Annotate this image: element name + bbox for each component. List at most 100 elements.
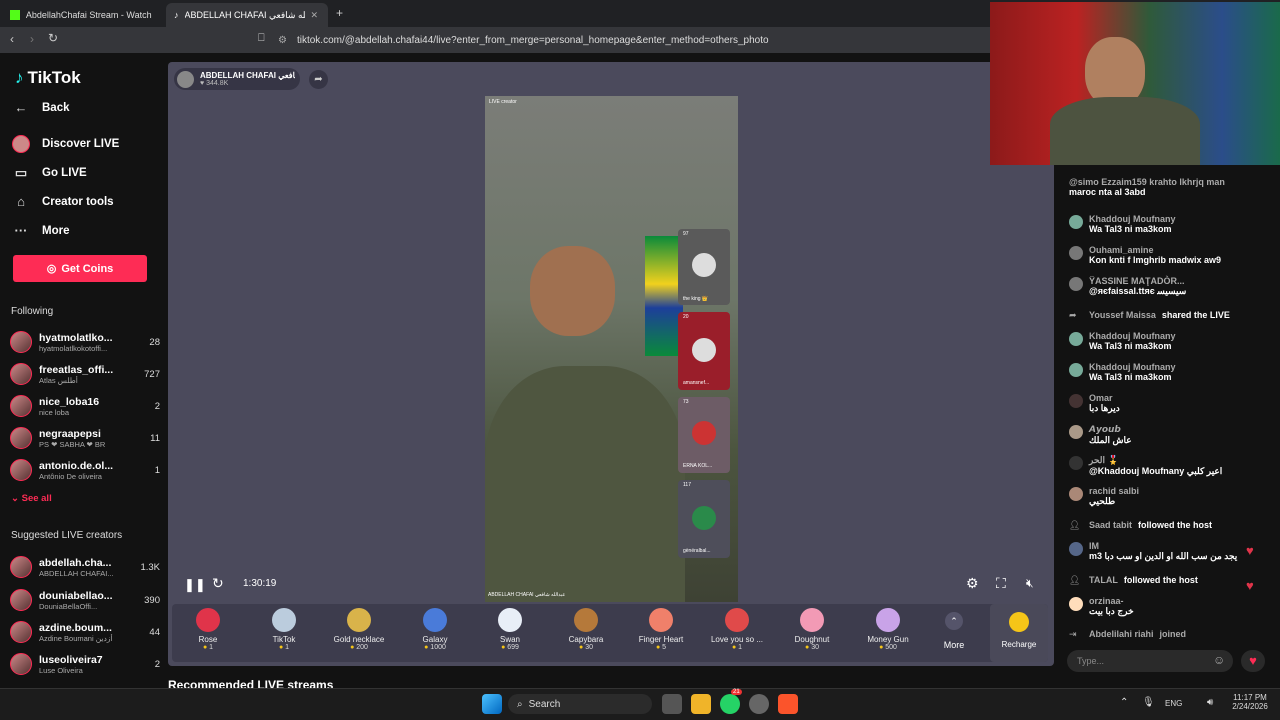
chat-message: Khaddouj Moufnany Wa Tal3 ni ma3kom xyxy=(1069,214,1269,234)
windows-start-icon[interactable] xyxy=(482,694,502,714)
finger-heart-icon xyxy=(649,608,673,632)
emoji-icon[interactable]: ☺ xyxy=(1213,653,1225,667)
settings-icon[interactable]: ⚙ xyxy=(966,575,979,592)
gift-item[interactable]: Swan ● 699 xyxy=(475,606,545,651)
url-field[interactable]: ⚙ tiktok.com/@abdellah.chafai44/live?ent… xyxy=(278,31,998,49)
chat-input[interactable]: Type... xyxy=(1067,650,1233,672)
gift-item[interactable]: TikTok ● 1 xyxy=(249,606,319,651)
heart-icon: ♥ xyxy=(1246,578,1254,593)
site-info-icon[interactable]: ⚙ xyxy=(278,35,287,46)
following-item[interactable]: freeatlas_offi... Atlas أطلس 727 xyxy=(10,358,160,390)
suggested-heading: Suggested LIVE creators xyxy=(11,530,123,541)
chat-message: الحر 🎖️ @Khaddouj Moufnany اعير كلبي xyxy=(1069,455,1269,477)
speaker-icon[interactable]: 🔊︎ xyxy=(1207,697,1213,708)
browser-tab-kick[interactable]: AbdellahChafai Stream - Watch Live xyxy=(2,3,162,27)
cohost-tile[interactable]: 97 the king 👑 xyxy=(678,229,730,305)
gift-item[interactable]: Galaxy ● 1000 xyxy=(400,606,470,651)
recharge-button[interactable]: Recharge xyxy=(990,604,1048,662)
cohost-tile[interactable]: 20 amansnef... xyxy=(678,312,730,390)
gift-more-button[interactable]: ⌃ More xyxy=(932,612,976,650)
webcam-body xyxy=(1050,97,1200,165)
get-coins-button[interactable]: ◎ Get Coins xyxy=(13,255,147,282)
obs-icon[interactable] xyxy=(749,694,769,714)
suggested-item[interactable]: luseoliveira7 Luse Oliveira 2 xyxy=(10,648,160,680)
cohost-tile[interactable]: 117 gènéralbal... xyxy=(678,480,730,558)
suggested-item[interactable]: douniabellao... DouniaBellaOffi... 390 xyxy=(10,584,160,616)
suggested-item[interactable]: abdellah.cha... ABDELLAH CHAFAI... 1.3K xyxy=(10,551,160,583)
bookmark-icon[interactable]: ⎕ xyxy=(258,32,265,45)
file-explorer-icon[interactable] xyxy=(691,694,711,714)
task-view-icon[interactable] xyxy=(662,694,682,714)
chat-event: ⇥ Abdelilahi riahi joined xyxy=(1069,629,1187,639)
avatar xyxy=(1069,332,1083,346)
following-item[interactable]: antonio.de.ol... Antônio De oliveira 1 xyxy=(10,454,160,486)
host-likes: ♥ 344.8K xyxy=(200,80,229,87)
back-arrow-icon[interactable]: ‹ xyxy=(10,32,14,46)
chat-message: orzinaa- خرج دبا بيت xyxy=(1069,596,1269,617)
avatar xyxy=(692,421,716,445)
close-tab-icon[interactable]: ✕ xyxy=(311,10,319,21)
home-icon: ⌂ xyxy=(17,194,25,209)
swan-icon xyxy=(498,608,522,632)
back-link[interactable]: ← Back xyxy=(10,100,70,115)
chat-message: Khaddouj Moufnany Wa Tal3 ni ma3kom xyxy=(1069,331,1269,351)
reload-icon[interactable]: ↻ xyxy=(48,31,58,45)
nav-more[interactable]: ··· More xyxy=(10,223,70,238)
gift-item[interactable]: Gold necklace ● 200 xyxy=(324,606,394,651)
suggested-item[interactable]: azdine.boum... Azdine Boumani أزدين 44 xyxy=(10,616,160,648)
heart-icon: ♥ xyxy=(1246,543,1254,558)
chevron-up-icon[interactable]: ⌃ xyxy=(1120,697,1128,708)
avatar xyxy=(10,363,32,385)
gift-item[interactable]: Doughnut ● 30 xyxy=(777,606,847,651)
doughnut-icon xyxy=(800,608,824,632)
tiktok-logo[interactable]: ♪ TikTok xyxy=(15,68,81,88)
avatar xyxy=(10,653,32,675)
system-clock[interactable]: 11:17 PM 2/24/2026 xyxy=(1228,693,1272,711)
nav-discover-live[interactable]: Discover LIVE xyxy=(10,135,119,153)
mute-icon[interactable]: 🔇︎ xyxy=(1026,576,1034,591)
forward-arrow-icon[interactable]: › xyxy=(30,32,34,46)
rose-icon xyxy=(196,608,220,632)
nav-creator-tools[interactable]: ⌂ Creator tools xyxy=(10,194,114,209)
chat-event: ➦ Youssef Maissa shared the LIVE xyxy=(1069,310,1230,320)
following-heading: Following xyxy=(11,306,54,317)
chevron-down-icon: ⌄ xyxy=(11,493,22,504)
like-heart-button[interactable]: ♥ xyxy=(1241,650,1265,672)
refresh-icon[interactable]: ↻ xyxy=(212,575,224,592)
user-follow-icon: 👤︎ xyxy=(1069,520,1081,530)
avatar xyxy=(10,621,32,643)
avatar xyxy=(692,253,716,277)
fullscreen-icon[interactable]: ⛶ xyxy=(996,575,1006,592)
see-all-link[interactable]: ⌄ See all xyxy=(11,493,52,504)
gift-item[interactable]: Love you so ... ● 1 xyxy=(702,606,772,651)
streamer-face xyxy=(530,246,615,336)
avatar xyxy=(10,331,32,353)
taskbar-search[interactable]: ⌕ Search xyxy=(508,694,652,714)
microphone-icon[interactable]: 🎙︎ xyxy=(1142,697,1155,708)
gift-item[interactable]: Rose ● 1 xyxy=(173,606,243,651)
browser-tab-tiktok[interactable]: ♪ ABDELLAH CHAFAI عبدالله شافعي ✕ xyxy=(166,3,328,27)
new-tab-icon[interactable]: + xyxy=(336,6,343,20)
cohost-tile[interactable]: 73 ERNA KOL... xyxy=(678,397,730,473)
language-indicator[interactable]: ENG xyxy=(1165,699,1182,708)
following-item[interactable]: hyatmolatlko... hyatmolatlkokotoffi... 28 xyxy=(10,326,160,358)
chat-event: 👤︎ TALAL followed the host xyxy=(1069,575,1198,585)
brave-browser-icon[interactable] xyxy=(778,694,798,714)
share-icon[interactable]: ➦ xyxy=(309,70,328,89)
gift-item[interactable]: Finger Heart ● 5 xyxy=(626,606,696,651)
video-caption: ABDELLAH CHAFAI عبدالله شافعي xyxy=(488,592,566,598)
nav-go-live[interactable]: ▭ Go LIVE xyxy=(10,165,87,181)
chat-message: IM m3 يجد من سب الله او الدين او سب دبا xyxy=(1069,541,1269,562)
avatar xyxy=(1069,597,1083,611)
pause-icon[interactable]: ❚❚ xyxy=(184,577,206,593)
avatar xyxy=(1069,215,1083,229)
whatsapp-icon[interactable]: 21 xyxy=(720,689,742,714)
gift-item[interactable]: Money Gun ● 500 xyxy=(853,606,923,651)
gift-item[interactable]: Capybara ● 30 xyxy=(551,606,621,651)
chat-event: 👤︎ Saad tabit followed the host xyxy=(1069,520,1213,530)
tiktok-gift-icon xyxy=(272,608,296,632)
following-item[interactable]: nice_loba16 nice loba 2 xyxy=(10,390,160,422)
host-info[interactable]: ABDELLAH CHAFAI عبدالله شافعي ♥ 344.8K xyxy=(174,68,300,90)
avatar xyxy=(10,427,32,449)
following-item[interactable]: negraapepsi PS ❤ SABHA ❤ BR 11 xyxy=(10,422,160,454)
